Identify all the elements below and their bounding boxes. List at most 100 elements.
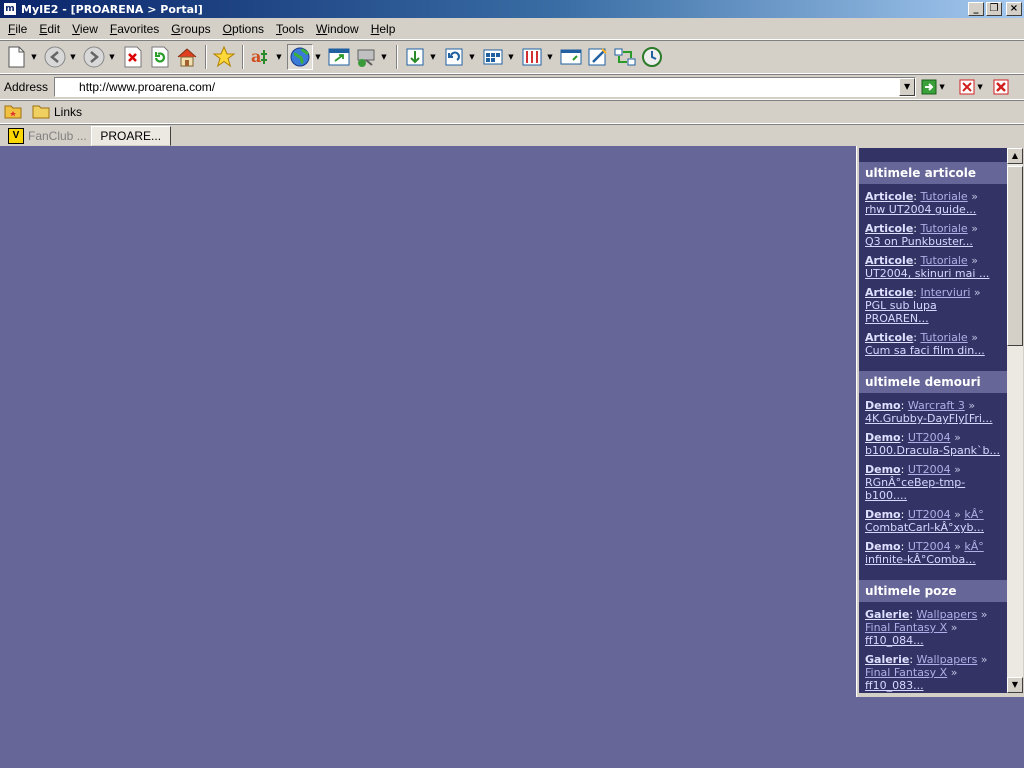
clan-link[interactable]: kÂ° [964, 508, 983, 521]
fullscreen-icon[interactable] [558, 44, 584, 70]
undo-close-dropdown[interactable]: ▼ [468, 53, 476, 61]
subcategory-link[interactable]: Warcraft 3 [908, 399, 965, 412]
sync-icon[interactable] [612, 44, 638, 70]
subcategory-link[interactable]: Wallpapers [917, 608, 978, 621]
history-clock-icon[interactable] [639, 44, 665, 70]
tab-fanclub[interactable]: V FanClub ... [4, 126, 91, 146]
go-dropdown[interactable]: ▼ [938, 83, 946, 91]
mouse-gesture-icon[interactable] [585, 44, 611, 70]
download-icon[interactable] [402, 44, 428, 70]
globe-icon[interactable] [287, 44, 313, 70]
subcategory-link[interactable]: UT2004 [908, 508, 951, 521]
list-item: Demo: Warcraft 3 » 4K.Grubby-DayFly[Fri.… [859, 393, 1007, 425]
category-link[interactable]: Articole [865, 190, 913, 203]
back-icon[interactable] [42, 44, 68, 70]
menu-favorites[interactable]: Favorites [104, 22, 165, 36]
proxy-dropdown[interactable]: ▼ [380, 53, 388, 61]
category-link[interactable]: Articole [865, 254, 913, 267]
menu-window[interactable]: Window [310, 22, 365, 36]
menu-options[interactable]: Options [217, 22, 270, 36]
item-title-link[interactable]: infinite-kÂ°Comba... [865, 553, 1003, 566]
tile-windows-icon[interactable] [480, 44, 506, 70]
category-link[interactable]: Articole [865, 331, 913, 344]
category-link[interactable]: Demo [865, 508, 901, 521]
scroll-down-button[interactable]: ▼ [1007, 677, 1023, 693]
list-item: Articole: Interviuri » PGL sub lupa PROA… [859, 280, 1007, 325]
new-window-icon[interactable] [326, 44, 352, 70]
menu-view[interactable]: View [66, 22, 104, 36]
favorites-star-icon[interactable] [211, 44, 237, 70]
proxy-icon[interactable] [353, 44, 379, 70]
new-page-dropdown[interactable]: ▼ [30, 53, 38, 61]
undo-close-icon[interactable] [441, 44, 467, 70]
menu-groups[interactable]: Groups [165, 22, 216, 36]
home-icon[interactable] [174, 44, 200, 70]
item-title-link[interactable]: 4K.Grubby-DayFly[Fri... [865, 412, 1003, 425]
subcategory-link[interactable]: UT2004 [908, 540, 951, 553]
category-link[interactable]: Articole [865, 222, 913, 235]
subcategory-link[interactable]: UT2004 [908, 463, 951, 476]
links-folder-icon[interactable] [32, 103, 50, 122]
window-title: MyIE2 - [PROARENA > Portal] [21, 2, 203, 16]
category-link[interactable]: Demo [865, 399, 901, 412]
item-title-link[interactable]: CombatCarl-kÂ°xyb... [865, 521, 1003, 534]
close-page-dropdown[interactable]: ▼ [976, 83, 984, 91]
favorites-folder-icon[interactable] [4, 103, 22, 122]
category-link[interactable]: Galerie [865, 653, 909, 666]
item-title-link[interactable]: Cum sa faci film din... [865, 344, 1003, 357]
scroll-up-button[interactable]: ▲ [1007, 148, 1023, 164]
globe-dropdown[interactable]: ▼ [314, 53, 322, 61]
item-title-link[interactable]: UT2004, skinuri mai ... [865, 267, 1003, 280]
download-dropdown[interactable]: ▼ [429, 53, 437, 61]
subcategory-link[interactable]: UT2004 [908, 431, 951, 444]
links-label[interactable]: Links [54, 105, 82, 119]
album-link[interactable]: Final Fantasy X [865, 666, 947, 679]
subcategory-link[interactable]: Tutoriale [920, 190, 967, 203]
cascade-dropdown[interactable]: ▼ [546, 53, 554, 61]
close-button[interactable]: × [1006, 2, 1022, 16]
category-link[interactable]: Demo [865, 431, 901, 444]
subcategory-link[interactable]: Tutoriale [920, 222, 967, 235]
clan-link[interactable]: kÂ° [964, 540, 983, 553]
scroll-thumb[interactable] [1007, 166, 1023, 346]
restore-button[interactable]: ❐ [986, 2, 1002, 16]
font-size-icon[interactable]: a [248, 44, 274, 70]
subcategory-link[interactable]: Interviuri [920, 286, 970, 299]
close-all-icon[interactable] [992, 78, 1010, 96]
subcategory-link[interactable]: Tutoriale [920, 331, 967, 344]
forward-icon[interactable] [81, 44, 107, 70]
item-title-link[interactable]: rhw UT2004 guide... [865, 203, 1003, 216]
refresh-icon[interactable] [147, 44, 173, 70]
menu-tools[interactable]: Tools [270, 22, 310, 36]
category-link[interactable]: Demo [865, 463, 901, 476]
go-icon[interactable] [920, 78, 938, 96]
stop-icon[interactable] [120, 44, 146, 70]
item-title-link[interactable]: RGnÂ°ceBep-tmp-b100.... [865, 476, 1003, 502]
category-link[interactable]: Demo [865, 540, 901, 553]
category-link[interactable]: Articole [865, 286, 913, 299]
item-title-link[interactable]: Q3 on Punkbuster... [865, 235, 1003, 248]
item-title-link[interactable]: b100.Dracula-Spank`b... [865, 444, 1003, 457]
menu-edit[interactable]: Edit [33, 22, 66, 36]
font-size-dropdown[interactable]: ▼ [275, 53, 283, 61]
item-title-link[interactable]: PGL sub lupa PROAREN... [865, 299, 1003, 325]
address-dropdown-button[interactable]: ▼ [899, 78, 916, 96]
forward-dropdown[interactable]: ▼ [108, 53, 116, 61]
address-input[interactable] [55, 79, 896, 95]
menu-file[interactable]: File [2, 22, 33, 36]
item-title-link[interactable]: ff10_084... [865, 634, 1003, 647]
item-title-link[interactable]: ff10_083... [865, 679, 1003, 692]
subcategory-link[interactable]: Wallpapers [917, 653, 978, 666]
album-link[interactable]: Final Fantasy X [865, 621, 947, 634]
tab-proarena[interactable]: PROARE... [90, 126, 171, 146]
back-dropdown[interactable]: ▼ [69, 53, 77, 61]
subcategory-link[interactable]: Tutoriale [920, 254, 967, 267]
tile-windows-dropdown[interactable]: ▼ [507, 53, 515, 61]
cascade-icon[interactable] [519, 44, 545, 70]
menu-help[interactable]: Help [365, 22, 402, 36]
new-page-icon[interactable] [3, 44, 29, 70]
sidebar-scrollbar[interactable]: ▲ ▼ [1007, 148, 1023, 693]
minimize-button[interactable]: _ [968, 2, 984, 16]
close-page-icon[interactable] [958, 78, 976, 96]
category-link[interactable]: Galerie [865, 608, 909, 621]
